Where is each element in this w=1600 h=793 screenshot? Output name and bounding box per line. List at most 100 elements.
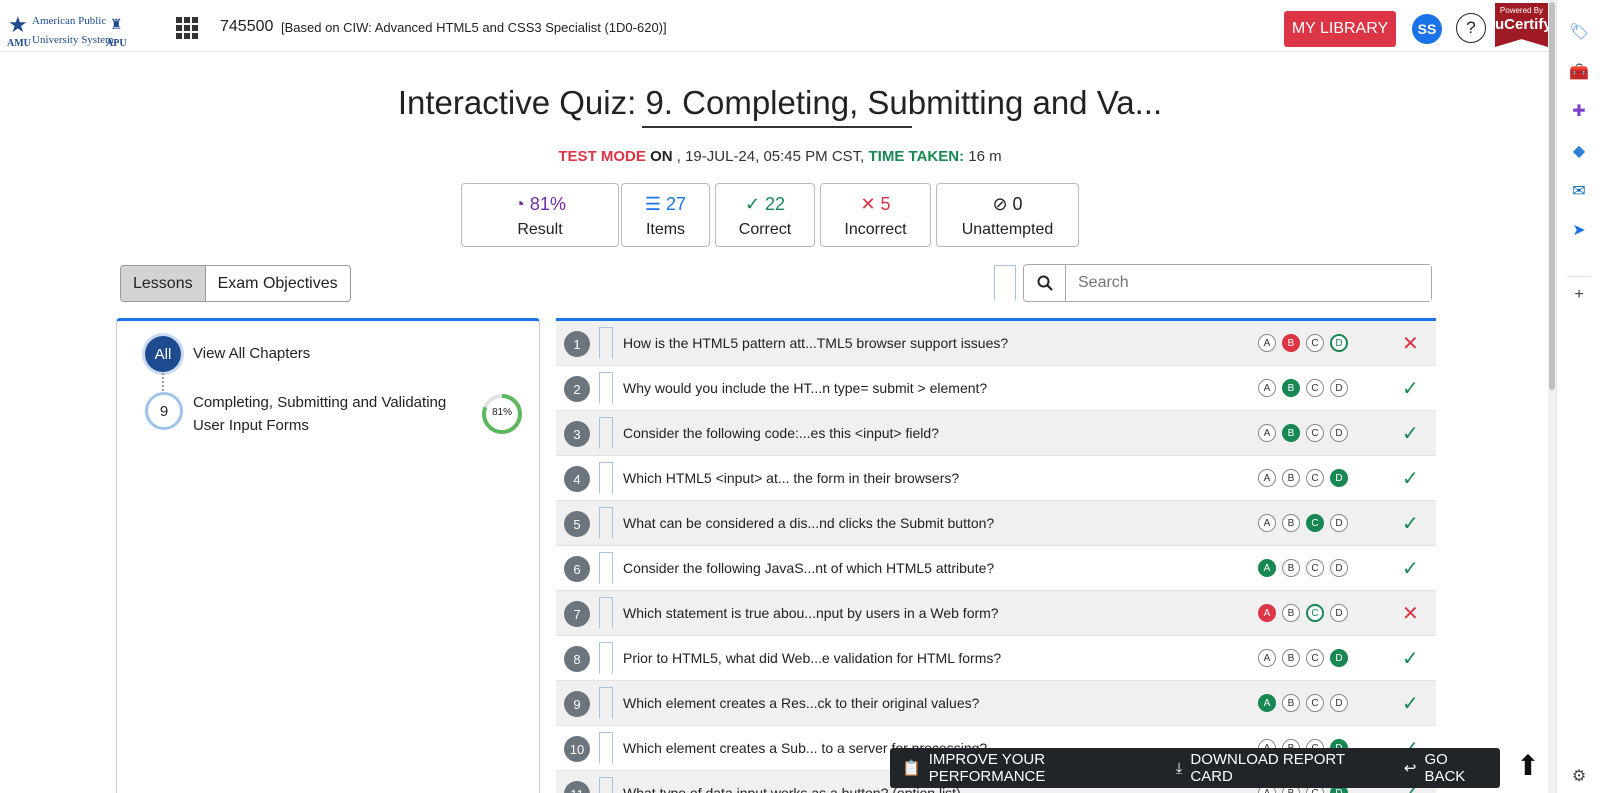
question-row[interactable]: 4 Which HTML5 <input> at... the form in t… [556,456,1436,501]
option-a: A [1258,649,1276,667]
tab-lessons[interactable]: Lessons [121,266,206,301]
question-row[interactable]: 6 Consider the following JavaS...nt of wh… [556,546,1436,591]
improve-performance-button[interactable]: 📋 IMPROVE YOUR PERFORMANCE [890,751,1164,785]
question-number: 3 [564,421,590,447]
stat-number: 27 [666,194,687,214]
check-icon: ✓ [1402,468,1419,490]
stat-number: 0 [1012,194,1023,214]
title-dropdown-underline[interactable] [642,126,912,128]
bookmark-filter-icon[interactable] [994,265,1016,301]
answer-options: ABCD [1258,424,1354,442]
option-d: D [1330,379,1348,397]
apps-grid-icon[interactable] [176,17,198,39]
scrollbar-thumb[interactable] [1549,2,1555,390]
question-row[interactable]: 9 Which element creates a Res...ck to the… [556,681,1436,726]
bookmark-icon[interactable] [599,552,613,584]
option-d: D [1330,514,1348,532]
add-icon[interactable]: + [1569,285,1589,305]
go-back-button[interactable]: ↩ GO BACK [1392,751,1500,785]
stat-2: ✓ 22 Correct [715,183,815,247]
puzzle-icon[interactable]: ✚ [1569,101,1589,121]
send-icon[interactable]: ➤ [1569,220,1589,240]
option-b: B [1282,424,1300,442]
download-report-button[interactable]: ⤓ DOWNLOAD REPORT CARD [1164,751,1392,785]
copilot-icon[interactable]: ◆ [1569,141,1589,161]
go-back-label: GO BACK [1424,751,1466,785]
bookmark-icon[interactable] [599,417,613,449]
toolbox-icon[interactable]: 🧰 [1569,62,1589,82]
question-row[interactable]: 5 What can be considered a dis...nd click… [556,501,1436,546]
question-text[interactable]: Which statement is true abou...nput by u… [623,605,999,621]
all-chapters-badge[interactable]: All [145,336,181,372]
powered-by-label: Powered By [1499,6,1544,15]
brand-label: uCertify [1495,16,1552,33]
question-text[interactable]: Consider the following JavaS...nt of whi… [623,560,994,576]
view-tabs: Lessons Exam Objectives [120,265,351,302]
option-b: B [1282,694,1300,712]
question-text[interactable]: Why would you include the HT...n type= s… [623,380,987,396]
help-icon[interactable]: ? [1456,13,1486,43]
chapter-number-badge[interactable]: 9 [145,392,183,430]
question-number: 1 [564,331,590,357]
search-icon[interactable] [1024,265,1066,301]
bookmark-icon[interactable] [599,597,613,629]
stat-value: ✓ 22 [716,194,814,215]
option-d: D [1330,334,1348,352]
tag-icon[interactable]: 🏷 [1569,22,1589,42]
course-id: 745500 [220,18,274,35]
question-number: 11 [564,781,590,793]
download-label: DOWNLOAD REPORT CARD [1190,751,1345,785]
bookmark-icon[interactable] [599,507,613,539]
bookmark-icon[interactable] [599,687,613,719]
question-text[interactable]: Consider the following code:...es this <… [623,425,939,441]
question-text[interactable]: How is the HTML5 pattern att...TML5 brow… [623,335,1008,351]
option-c: C [1306,559,1324,577]
option-c: C [1306,604,1324,622]
question-text[interactable]: Prior to HTML5, what did Web...e validat… [623,650,1001,666]
user-avatar[interactable]: SS [1412,14,1442,44]
question-row[interactable]: 3 Consider the following code:...es this … [556,411,1436,456]
question-text[interactable]: Which HTML5 <input> at... the form in th… [623,470,959,486]
question-text[interactable]: What can be considered a dis...nd clicks… [623,515,994,531]
view-all-chapters-link[interactable]: View All Chapters [193,345,310,362]
page-title: Interactive Quiz: 9. Completing, Submitt… [397,84,1163,121]
stat-0: ◔ 81% Result [461,183,619,247]
question-number: 7 [564,601,590,627]
outlook-icon[interactable]: ✉ [1569,181,1589,201]
option-d: D [1330,604,1348,622]
tab-exam-objectives[interactable]: Exam Objectives [206,266,350,301]
question-row[interactable]: 7 Which statement is true abou...nput by … [556,591,1436,636]
chapter-connector [162,373,164,391]
scroll-top-icon[interactable]: ⬆ [1512,748,1544,782]
option-b: B [1282,649,1300,667]
stat-icon: ◔ [514,194,530,214]
star-icon: ★ [8,12,28,37]
chapter-title[interactable]: Completing, Submitting and Validating Us… [193,391,463,437]
chapter-progress-text: 81% [491,407,512,418]
my-library-button[interactable]: MY LIBRARY [1284,11,1396,47]
question-row[interactable]: 8 Prior to HTML5, what did Web...e valida… [556,636,1436,681]
option-c: C [1306,514,1324,532]
rail-divider [1567,276,1591,277]
question-text[interactable]: Which element creates a Res...ck to thei… [623,695,979,711]
question-row[interactable]: 2 Why would you include the HT...n type= … [556,366,1436,411]
improve-label: IMPROVE YOUR PERFORMANCE [928,751,1046,785]
stat-1: ☰ 27 Items [621,183,710,247]
option-c: C [1306,379,1324,397]
option-a: A [1258,469,1276,487]
university-logo[interactable]: ★ AMU American Public University System … [6,12,127,50]
question-number: 9 [564,691,590,717]
settings-gear-icon[interactable]: ⚙ [1569,766,1589,786]
bookmark-icon[interactable] [599,327,613,359]
bookmark-icon[interactable] [599,732,613,764]
question-row[interactable]: 1 How is the HTML5 pattern att...TML5 bro… [556,321,1436,366]
bookmark-icon[interactable] [599,777,613,793]
bookmark-icon[interactable] [599,642,613,674]
bookmark-icon[interactable] [599,372,613,404]
search-input[interactable] [1066,265,1431,301]
chapter-progress-ring: 81% [481,393,523,435]
bookmark-icon[interactable] [599,462,613,494]
bottom-action-bar: 📋 IMPROVE YOUR PERFORMANCE ⤓ DOWNLOAD RE… [890,748,1500,788]
option-c: C [1306,649,1324,667]
cross-icon: ✕ [1402,333,1419,355]
